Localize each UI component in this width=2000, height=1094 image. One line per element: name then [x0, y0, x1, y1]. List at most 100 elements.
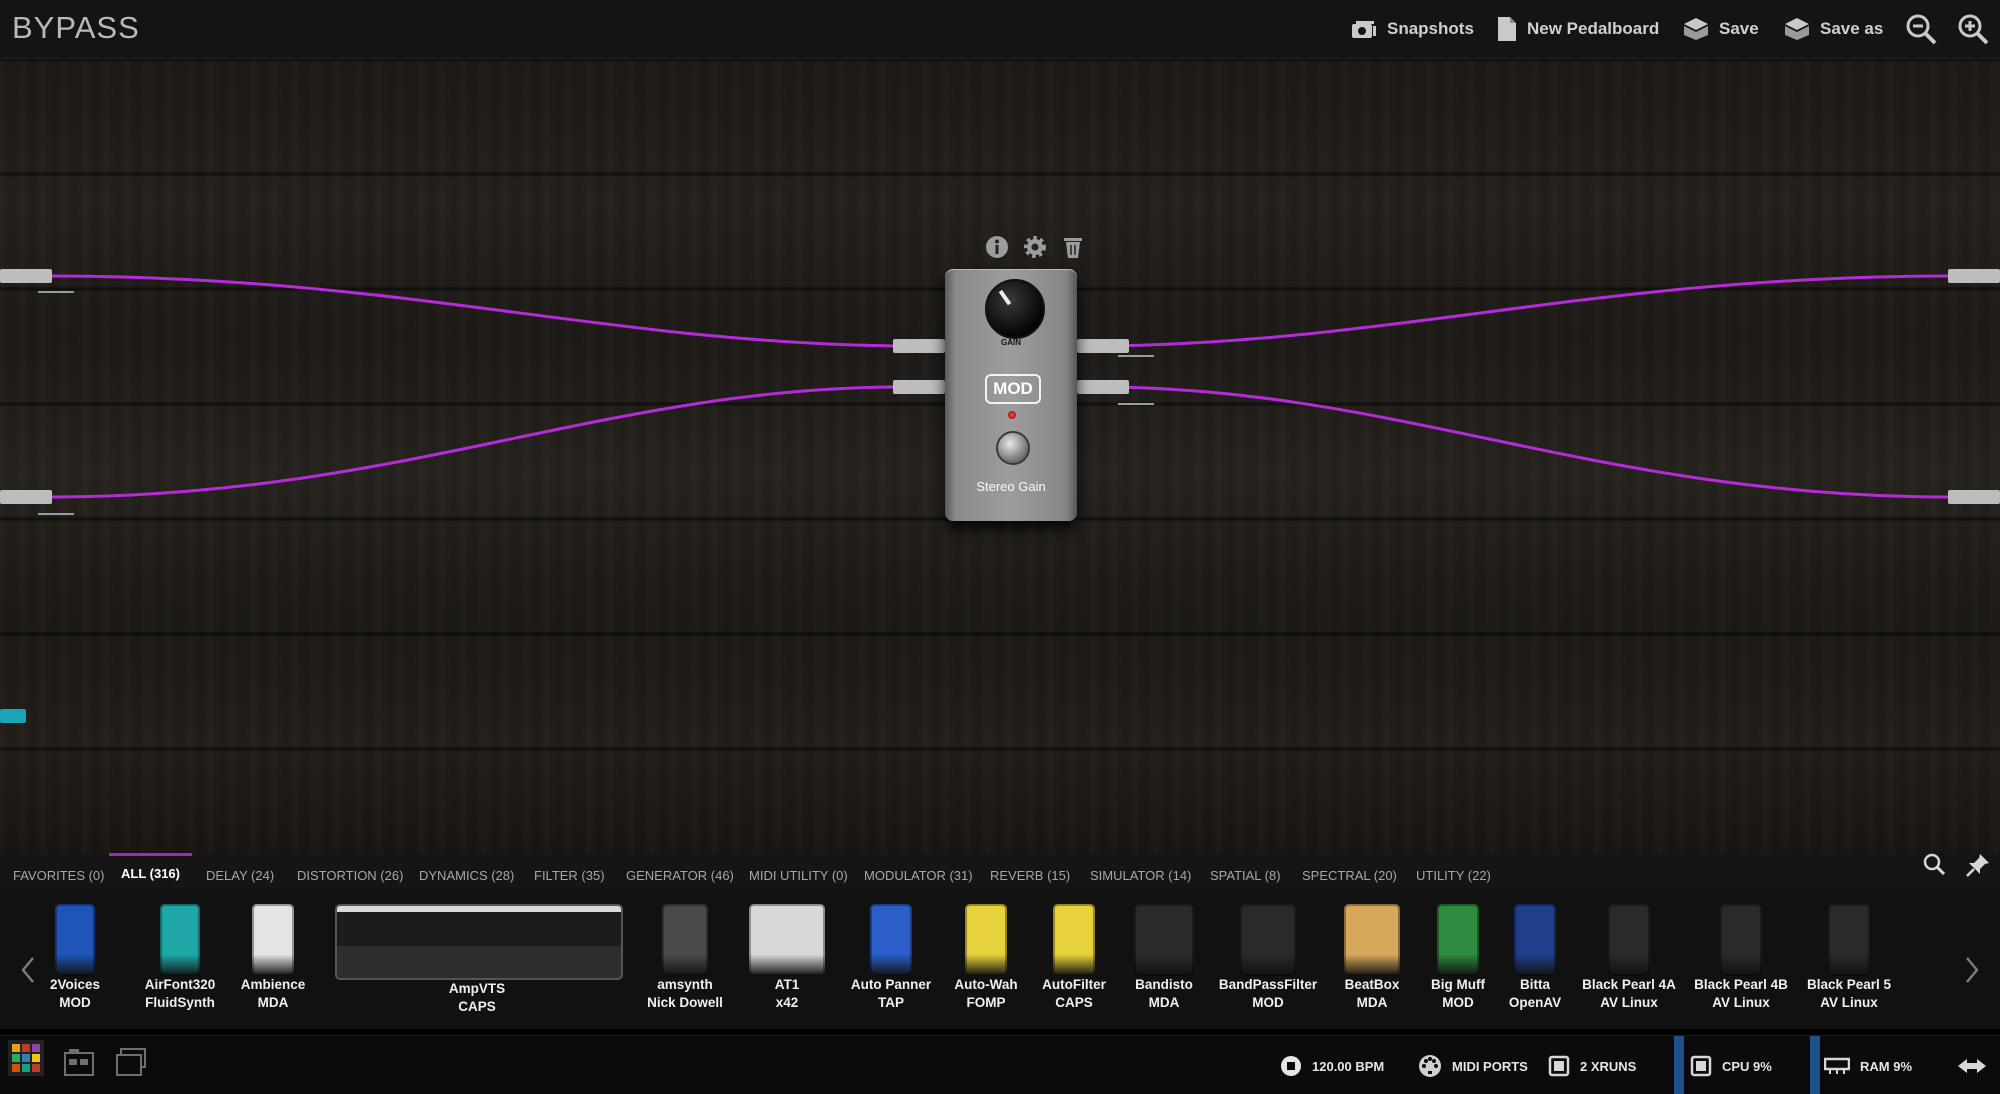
- pedal-output-jack-2[interactable]: [1077, 380, 1129, 394]
- plugin-thumbnail: [1514, 904, 1556, 976]
- pedal-controls: [985, 235, 1085, 259]
- plugin-item[interactable]: AT1 x42: [732, 904, 842, 1012]
- snapshots-button[interactable]: Snapshots: [1351, 14, 1474, 44]
- midi-input-jack[interactable]: [0, 709, 26, 723]
- plugin-name: amsynth: [657, 977, 713, 992]
- zoom-out-button[interactable]: [1904, 12, 1938, 46]
- search-button[interactable]: [1922, 852, 1948, 878]
- plugin-item[interactable]: Bandisto MDA: [1109, 904, 1219, 1012]
- new-pedalboard-button[interactable]: New Pedalboard: [1497, 14, 1659, 44]
- info-icon[interactable]: [985, 235, 1009, 259]
- plugin-item[interactable]: amsynth Nick Dowell: [630, 904, 740, 1012]
- plugin-item[interactable]: Black Pearl 4B AV Linux: [1686, 904, 1796, 1012]
- plugin-thumbnail: [965, 904, 1007, 976]
- cpu-indicator[interactable]: CPU 9%: [1690, 1054, 1772, 1078]
- ram-indicator[interactable]: RAM 9%: [1824, 1054, 1912, 1078]
- plugin-name: Bandisto: [1135, 977, 1193, 992]
- gain-knob[interactable]: [985, 279, 1045, 339]
- tab-delay[interactable]: DELAY (24): [206, 868, 274, 883]
- banks-button[interactable]: [116, 1048, 146, 1076]
- plugin-item[interactable]: Black Pearl 4A AV Linux: [1574, 904, 1684, 1012]
- settings-icon[interactable]: [1023, 235, 1047, 259]
- pedalboard-canvas[interactable]: GAIN MOD Stereo Gain: [0, 59, 2000, 854]
- plugin-thumbnail: [1053, 904, 1095, 976]
- box-save-icon: [1684, 18, 1708, 40]
- stack-icon: [116, 1048, 146, 1076]
- plugin-name: 2Voices: [49, 977, 101, 992]
- cable-in-left[interactable]: [49, 274, 896, 348]
- zoom-in-button[interactable]: [1956, 12, 1990, 46]
- ram-load-bar: [1810, 1036, 1820, 1094]
- gain-knob-label: GAIN: [1001, 338, 1021, 347]
- pedal-output-jack-1[interactable]: [1077, 339, 1129, 353]
- xruns-indicator[interactable]: 2 XRUNS: [1548, 1054, 1636, 1078]
- cpu-icon: [1690, 1055, 1712, 1077]
- document-icon: [1498, 17, 1516, 41]
- trash-icon[interactable]: [1061, 235, 1085, 259]
- tab-favorites[interactable]: FAVORITES (0): [13, 868, 105, 883]
- tab-utility[interactable]: UTILITY (22): [1416, 868, 1491, 883]
- plugin-item[interactable]: Auto Panner TAP: [836, 904, 946, 1012]
- plugin-item[interactable]: Black Pearl 5 AV Linux: [1794, 904, 1904, 1012]
- plugin-thumbnail: [1134, 904, 1194, 976]
- plugin-thumbnail: [1828, 904, 1870, 976]
- plugin-thumbnail: [1608, 904, 1650, 976]
- plugin-thumbnail: [870, 904, 912, 976]
- plugin-name: Black Pearl 4A: [1582, 977, 1676, 992]
- midi-ports-button[interactable]: MIDI PORTS: [1418, 1054, 1528, 1078]
- plugin-name: Black Pearl 4B: [1694, 977, 1788, 992]
- tab-dynamics[interactable]: DYNAMICS (28): [419, 868, 514, 883]
- tab-simulator[interactable]: SIMULATOR (14): [1090, 868, 1191, 883]
- snapshots-label: Snapshots: [1387, 19, 1474, 38]
- status-led: [1008, 411, 1016, 419]
- chevron-right-icon: [1966, 957, 1979, 983]
- plugin-brand: AV Linux: [1600, 995, 1658, 1010]
- cable-out-right[interactable]: [1105, 385, 1951, 499]
- pedalboards-bank-button[interactable]: [64, 1049, 94, 1076]
- toggle-layout-button[interactable]: [1956, 1054, 1988, 1078]
- plugin-item[interactable]: 2Voices MOD: [20, 904, 130, 1012]
- scroll-right-button[interactable]: [1961, 950, 1983, 990]
- tab-generator[interactable]: GENERATOR (46): [626, 868, 734, 883]
- top-bar: BYPASS Snapshots New Pedalboard Save Sav…: [0, 0, 2000, 59]
- plugin-brand: MDA: [1148, 995, 1180, 1010]
- plugin-name: Black Pearl 5: [1806, 977, 1892, 992]
- status-bar: 120.00 BPM MIDI PORTS 2 XRUNS CPU 9% RAM…: [0, 1035, 2000, 1094]
- tab-distortion[interactable]: DISTORTION (26): [297, 868, 403, 883]
- stereo-gain-pedal[interactable]: GAIN MOD Stereo Gain: [945, 269, 1077, 521]
- pedal-input-jack-2[interactable]: [893, 380, 945, 394]
- camera-icon: [1352, 21, 1376, 38]
- tab-all[interactable]: ALL (316): [121, 866, 180, 881]
- arrows-swap-icon: [1958, 1059, 1986, 1073]
- tab-spectral[interactable]: SPECTRAL (20): [1302, 868, 1397, 883]
- plugin-item[interactable]: Ambience MDA: [218, 904, 328, 1012]
- cpu-value: CPU 9%: [1722, 1058, 1772, 1074]
- system-input-jack-2[interactable]: [0, 490, 52, 504]
- pin-button[interactable]: [1965, 852, 1991, 878]
- mod-app-button[interactable]: [8, 1040, 44, 1076]
- zoom-in-icon: [1958, 14, 1989, 45]
- tab-modulator[interactable]: MODULATOR (31): [864, 868, 973, 883]
- box-save-as-icon: [1785, 18, 1809, 40]
- save-button[interactable]: Save: [1683, 14, 1759, 44]
- plugin-item[interactable]: BandPassFilter MOD: [1213, 904, 1323, 1012]
- pedal-input-jack-1[interactable]: [893, 339, 945, 353]
- zoom-out-icon: [1906, 14, 1937, 45]
- system-output-jack-2[interactable]: [1948, 490, 2000, 504]
- stop-circle-icon: [1281, 1056, 1301, 1076]
- plugin-thumbnail: [1344, 904, 1400, 976]
- cpu-load-bar: [1674, 1036, 1684, 1094]
- midi-ports-label: MIDI PORTS: [1452, 1058, 1528, 1074]
- tab-filter[interactable]: FILTER (35): [534, 868, 605, 883]
- save-as-button[interactable]: Save as: [1784, 14, 1883, 44]
- tab-spatial[interactable]: SPATIAL (8): [1210, 868, 1281, 883]
- transport-bpm[interactable]: 120.00 BPM: [1280, 1054, 1384, 1078]
- tab-reverb[interactable]: REVERB (15): [990, 868, 1070, 883]
- bypass-footswitch[interactable]: [996, 431, 1030, 465]
- cable-out-left[interactable]: [1105, 274, 1951, 348]
- tab-midi-utility[interactable]: MIDI UTILITY (0): [749, 868, 848, 883]
- system-output-jack-1[interactable]: [1948, 269, 2000, 283]
- plugin-item[interactable]: AmpVTS CAPS: [335, 904, 623, 1016]
- cable-in-right[interactable]: [49, 385, 896, 499]
- system-input-jack-1[interactable]: [0, 269, 52, 283]
